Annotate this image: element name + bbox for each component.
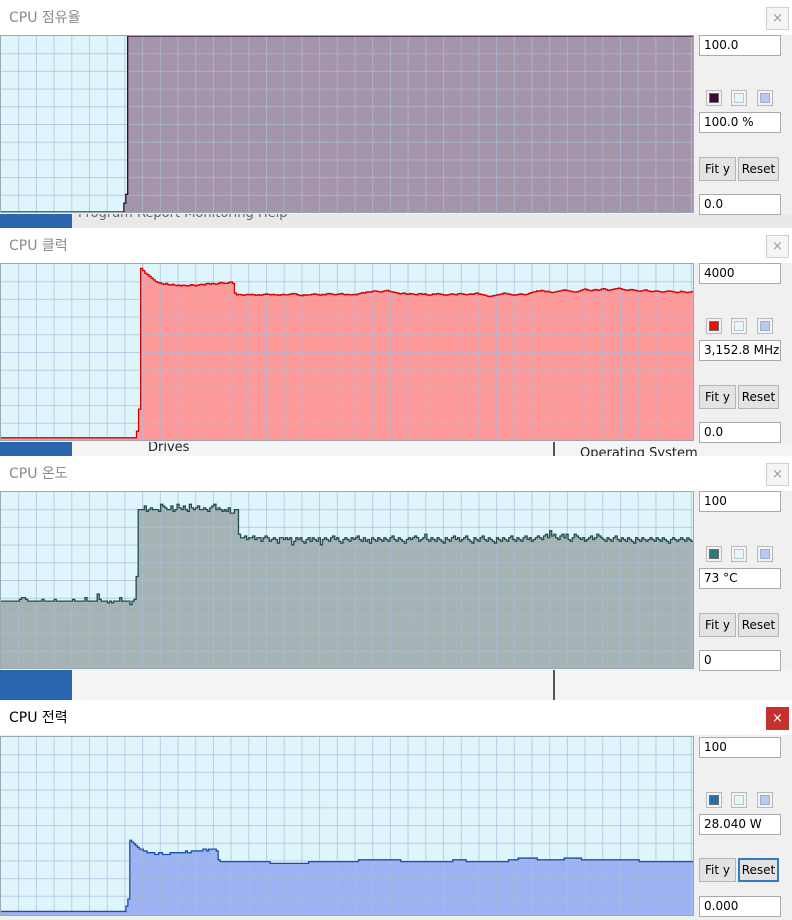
- temp-background-color-swatch[interactable]: [731, 546, 747, 562]
- temp-max-field[interactable]: 100: [699, 491, 781, 512]
- power-series-color-swatch[interactable]: [706, 792, 722, 808]
- clock-reset-button[interactable]: Reset: [738, 385, 779, 409]
- power-close-button[interactable]: ×: [766, 707, 789, 730]
- usage-title: CPU 점유율: [9, 10, 81, 26]
- temp-grid-color-swatch[interactable]: [757, 546, 773, 562]
- background-wallpaper: [0, 214, 72, 228]
- usage-min-field[interactable]: 0.0: [699, 194, 781, 215]
- temp-series-color-swatch[interactable]: [706, 546, 722, 562]
- temp-title: CPU 온도: [9, 466, 68, 482]
- power-chart: [0, 736, 694, 916]
- clock-max-field[interactable]: 4000: [699, 263, 781, 284]
- clock-background-color-swatch[interactable]: [731, 318, 747, 334]
- temp-close-button[interactable]: ×: [766, 463, 789, 486]
- power-max-field[interactable]: 100: [699, 737, 781, 758]
- power-fit-y-button[interactable]: Fit y: [699, 858, 736, 882]
- temp-current-value: 73 °C: [699, 568, 781, 589]
- temp-chart-svg: [1, 492, 693, 668]
- power-background-color-swatch[interactable]: [731, 792, 747, 808]
- temp-chart: [0, 491, 694, 669]
- power-series-area: [1, 840, 693, 915]
- clock-title: CPU 클럭: [9, 238, 68, 254]
- power-titlebar: CPU 전력 ×: [0, 700, 792, 735]
- background-wallpaper: [0, 670, 72, 700]
- temp-reset-button[interactable]: Reset: [738, 613, 779, 637]
- clock-grid-color-swatch[interactable]: [757, 318, 773, 334]
- usage-chart: [0, 35, 694, 213]
- usage-fit-y-button[interactable]: Fit y: [699, 157, 736, 181]
- power-min-field[interactable]: 0.000: [699, 896, 781, 917]
- power-current-value: 28.040 W: [699, 814, 781, 835]
- background-tree-item: Drives: [148, 440, 190, 455]
- usage-close-button[interactable]: ×: [766, 7, 789, 30]
- background-window: [0, 670, 792, 700]
- usage-grid-color-swatch[interactable]: [757, 90, 773, 106]
- clock-min-field[interactable]: 0.0: [699, 422, 781, 443]
- power-title: CPU 전력: [9, 710, 68, 726]
- usage-titlebar: CPU 점유율 ×: [0, 0, 792, 35]
- clock-close-button[interactable]: ×: [766, 235, 789, 258]
- power-grid-color-swatch[interactable]: [757, 792, 773, 808]
- usage-reset-button[interactable]: Reset: [738, 157, 779, 181]
- temp-fit-y-button[interactable]: Fit y: [699, 613, 736, 637]
- usage-background-color-swatch[interactable]: [731, 90, 747, 106]
- usage-chart-svg: [1, 36, 693, 212]
- clock-fit-y-button[interactable]: Fit y: [699, 385, 736, 409]
- usage-series-color-swatch[interactable]: [706, 90, 722, 106]
- temp-titlebar: CPU 온도 ×: [0, 456, 792, 491]
- background-divider: [553, 670, 555, 700]
- temp-series-area: [1, 504, 693, 668]
- usage-max-field[interactable]: 100.0: [699, 35, 781, 56]
- power-reset-button[interactable]: Reset: [738, 858, 779, 882]
- power-chart-svg: [1, 737, 693, 915]
- clock-titlebar: CPU 클럭 ×: [0, 228, 792, 263]
- clock-chart: [0, 263, 694, 441]
- temp-min-field[interactable]: 0: [699, 650, 781, 671]
- clock-chart-svg: [1, 264, 693, 440]
- clock-series-color-swatch[interactable]: [706, 318, 722, 334]
- clock-current-value: 3,152.8 MHz: [699, 340, 781, 361]
- usage-current-value: 100.0 %: [699, 112, 781, 133]
